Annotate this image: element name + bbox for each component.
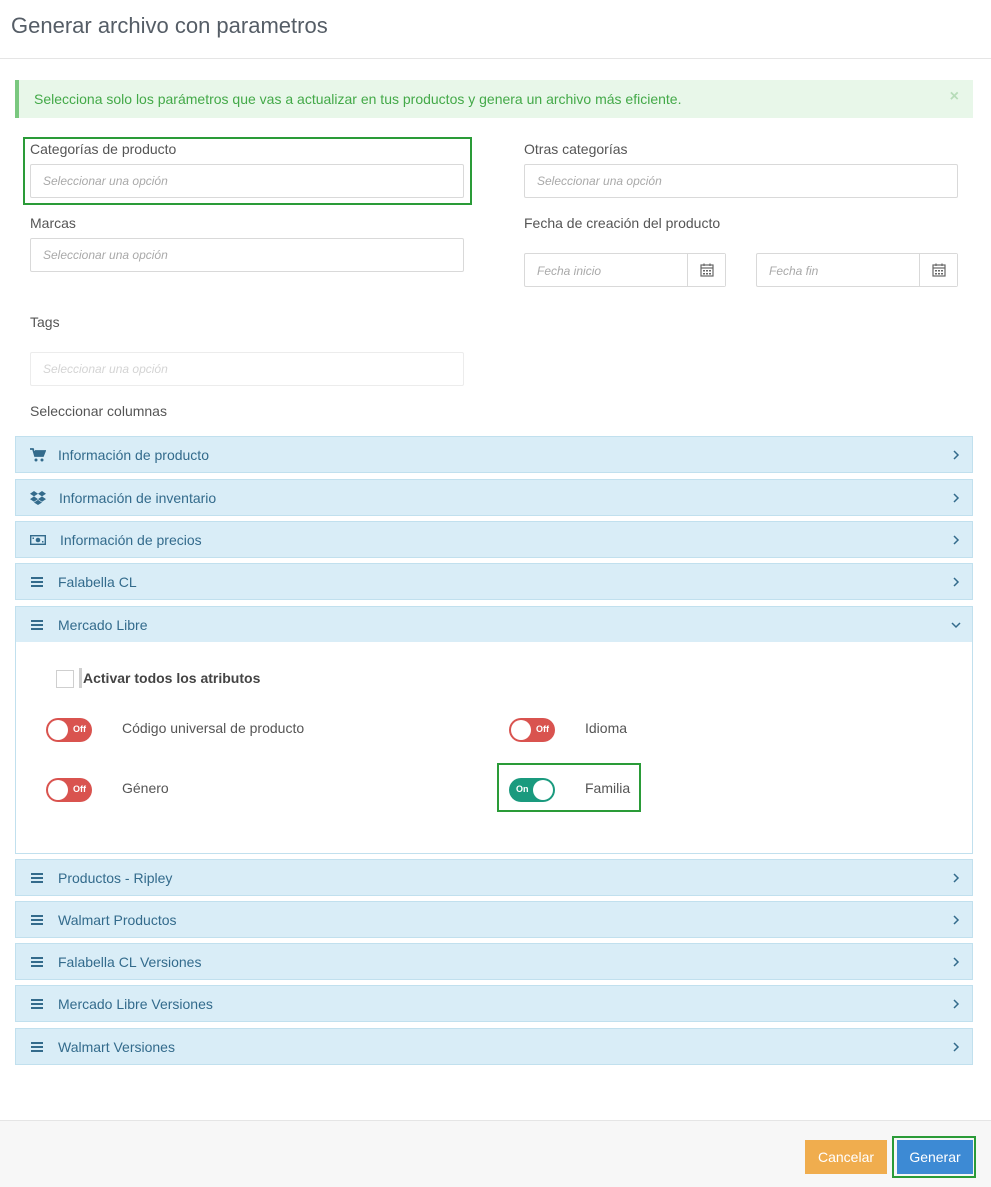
toggle-knob [533,780,553,800]
accordion-label: Productos - Ripley [58,870,173,886]
accordion-label: Información de inventario [59,490,217,506]
toggle-codigo-universal[interactable]: Off [46,718,92,742]
genero-label: Género [122,780,169,796]
marcas-label: Marcas [30,215,76,231]
accordion-label: Falabella CL [58,574,137,590]
calendar-icon[interactable] [687,254,725,286]
accordion-label: Mercado Libre Versiones [58,996,213,1012]
accordion-walmart-versiones[interactable]: Walmart Versiones [15,1028,973,1065]
accordion-walmart-productos[interactable]: Walmart Productos [15,901,973,938]
otras-categorias-placeholder: Seleccionar una opción [537,174,662,188]
idioma-label: Idioma [585,720,628,736]
accordion-label: Walmart Versiones [58,1039,175,1055]
marcas-select[interactable]: Seleccionar una opción [30,238,464,272]
toggle-knob [48,720,68,740]
chevron-right-icon [953,535,960,545]
accordion-productos-ripley[interactable]: Productos - Ripley [15,859,973,896]
otras-categorias-label: Otras categorías [524,141,628,157]
close-icon[interactable]: × [950,88,959,106]
categorias-label: Categorías de producto [30,141,177,157]
tags-select[interactable]: Seleccionar una opción [30,352,464,386]
fecha-inicio-placeholder: Fecha inicio [537,264,602,278]
accordion-informacion-precios[interactable]: Información de precios [15,521,973,558]
list-icon [31,915,43,925]
generate-button[interactable]: Generar [897,1140,973,1174]
calendar-icon[interactable] [919,254,957,286]
list-icon [31,577,43,587]
fecha-creacion-label: Fecha de creación del producto [524,215,721,231]
chevron-right-icon [953,577,960,587]
accordion-informacion-inventario[interactable]: Información de inventario [15,479,973,516]
money-icon [30,535,46,546]
toggle-knob [48,780,68,800]
cart-icon [30,448,46,462]
activar-todos-label: Activar todos los atributos [83,670,261,686]
chevron-right-icon [953,493,960,503]
list-icon [31,957,43,967]
checkbox-divider [79,668,82,688]
toggle-idioma[interactable]: Off [509,718,555,742]
fecha-fin-placeholder: Fecha fin [769,264,819,278]
chevron-right-icon [953,450,960,460]
toggle-state: Off [73,724,86,734]
codigo-universal-label: Código universal de producto [122,720,305,736]
toggle-state: Off [73,784,86,794]
toggle-knob [511,720,531,740]
chevron-right-icon [953,957,960,967]
accordion-mercado-libre-versiones[interactable]: Mercado Libre Versiones [15,985,973,1022]
fecha-inicio-input[interactable]: Fecha inicio [524,253,726,287]
list-icon [31,999,43,1009]
chevron-right-icon [953,1042,960,1052]
accordion-falabella-cl[interactable]: Falabella CL [15,563,973,600]
accordion-label: Falabella CL Versiones [58,954,202,970]
accordion-label: Información de producto [58,447,209,463]
list-icon [31,873,43,883]
activar-todos-checkbox[interactable] [56,670,74,688]
fecha-fin-input[interactable]: Fecha fin [756,253,958,287]
toggle-state: On [516,784,529,794]
marcas-placeholder: Seleccionar una opción [43,248,168,262]
cancel-button[interactable]: Cancelar [805,1140,887,1174]
accordion-informacion-producto[interactable]: Información de producto [15,436,973,473]
otras-categorias-select[interactable]: Seleccionar una opción [524,164,958,198]
chevron-down-icon [951,622,961,629]
list-icon [31,620,43,630]
accordion-label: Walmart Productos [58,912,177,928]
list-icon [31,1042,43,1052]
categorias-placeholder: Seleccionar una opción [43,174,168,188]
modal-title: Generar archivo con parametros [11,13,328,38]
accordion-mercado-libre[interactable]: Mercado Libre [15,606,973,643]
toggle-state: Off [536,724,549,734]
dropbox-icon [30,491,46,505]
tags-placeholder: Seleccionar una opción [43,362,168,376]
toggle-genero[interactable]: Off [46,778,92,802]
tags-label: Tags [30,314,60,330]
toggle-familia[interactable]: On [509,778,555,802]
chevron-right-icon [953,999,960,1009]
categorias-select[interactable]: Seleccionar una opción [30,164,464,198]
familia-label: Familia [585,780,631,796]
modal-header: Generar archivo con parametros [0,0,991,59]
chevron-right-icon [953,915,960,925]
accordion-label: Mercado Libre [58,617,148,633]
alert-text: Selecciona solo los parámetros que vas a… [34,91,682,107]
info-alert: Selecciona solo los parámetros que vas a… [15,80,973,118]
accordion-falabella-cl-versiones[interactable]: Falabella CL Versiones [15,943,973,980]
seleccionar-columnas-label: Seleccionar columnas [30,403,167,419]
chevron-right-icon [953,873,960,883]
accordion-label: Información de precios [60,532,202,548]
